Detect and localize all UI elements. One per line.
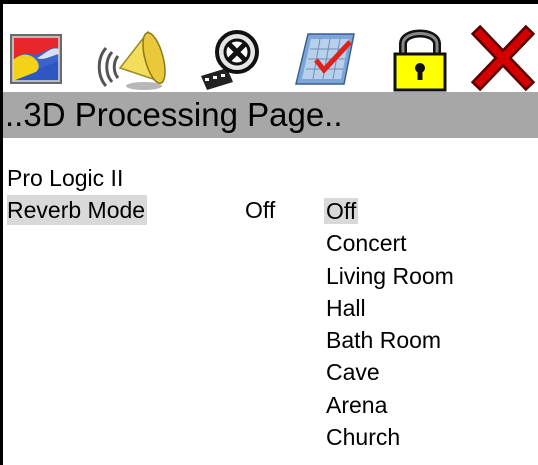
reverb-option-label: Living Room: [326, 262, 454, 289]
speaker-icon: [97, 30, 166, 90]
reverb-option-living-room[interactable]: Living Room: [324, 260, 456, 292]
close-x-icon: [470, 24, 536, 92]
reverb-option-hall[interactable]: Hall: [324, 292, 456, 324]
reverb-mode-current-value: Off: [245, 197, 276, 223]
reverb-mode-setting[interactable]: Reverb Mode: [7, 195, 148, 225]
reverb-option-label: Church: [326, 424, 401, 451]
reverb-option-bath-room[interactable]: Bath Room: [324, 324, 456, 356]
reverb-option-label: Hall: [326, 294, 366, 321]
reverb-option-concert[interactable]: Concert: [324, 227, 456, 259]
audio-settings-button[interactable]: [96, 22, 166, 92]
reverb-option-label: Concert: [326, 230, 407, 257]
padlock-icon: [393, 29, 447, 92]
section-label-pro-logic: Pro Logic II: [7, 165, 124, 191]
reverb-option-label: Cave: [326, 359, 380, 386]
page-title: ..3D Processing Page..: [5, 96, 343, 133]
picture-settings-button[interactable]: [6, 22, 76, 92]
reverb-option-label: Off: [324, 198, 359, 224]
video-settings-button[interactable]: [197, 22, 267, 92]
picture-icon: [10, 34, 62, 84]
reverb-option-label: Arena: [326, 391, 388, 418]
reverb-option-cave[interactable]: Cave: [324, 356, 456, 388]
lock-button[interactable]: [385, 22, 455, 92]
reverb-mode-options: Off Concert Living Room Hall Bath Room Cave Ar…: [324, 195, 456, 453]
toolbar: [0, 22, 538, 92]
reverb-option-off[interactable]: Off: [324, 195, 456, 227]
film-reel-icon: [201, 30, 259, 90]
checklist-icon: [295, 33, 355, 85]
page-title-bar: ..3D Processing Page..: [3, 92, 538, 138]
setup-checklist-button[interactable]: [292, 22, 362, 92]
reverb-option-label: Bath Room: [326, 327, 442, 354]
close-button[interactable]: [468, 22, 538, 92]
reverb-option-arena[interactable]: Arena: [324, 389, 456, 421]
reverb-option-church[interactable]: Church: [324, 421, 456, 453]
